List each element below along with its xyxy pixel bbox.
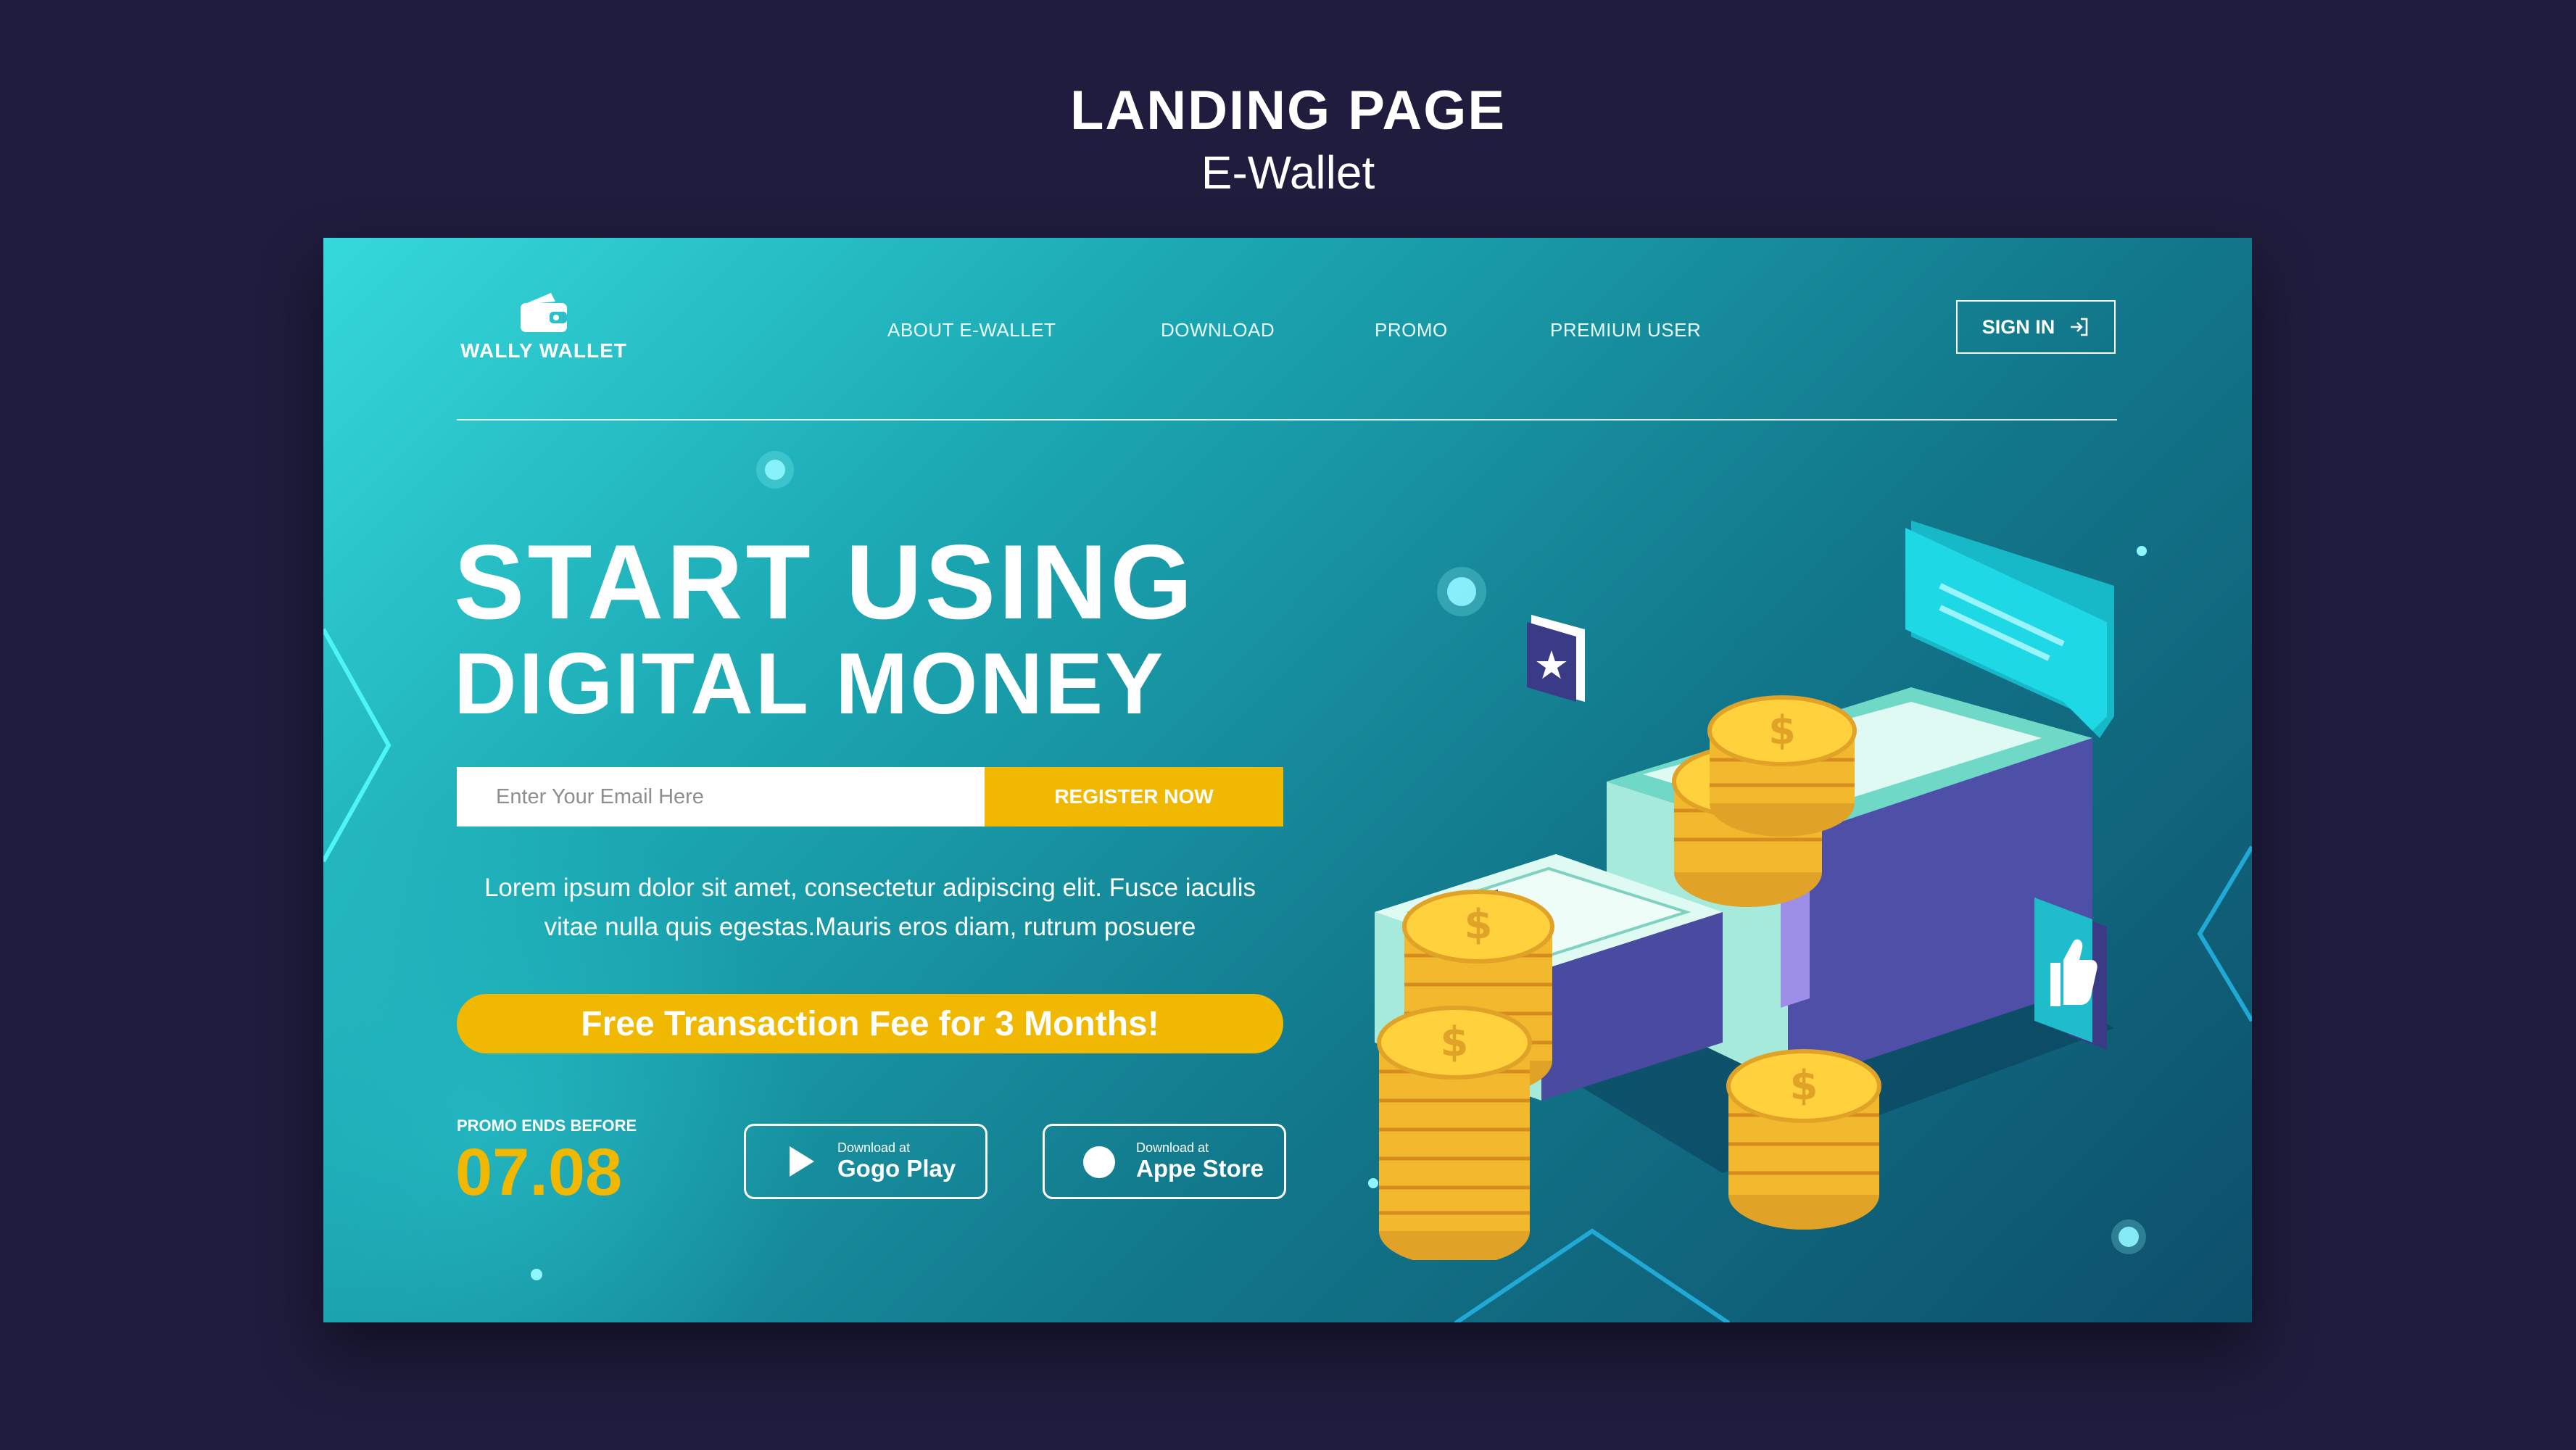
star-badge-icon: ★ xyxy=(1527,615,1585,702)
gold-coin-icon: $ xyxy=(1726,1049,1881,1230)
hero-title-line2: DIGITAL MONEY xyxy=(454,635,1166,732)
svg-text:$: $ xyxy=(1790,1062,1818,1109)
gogo-play-text: Download at Gogo Play xyxy=(837,1140,956,1182)
sign-in-icon xyxy=(2071,318,2088,336)
gold-coin-icon: $ xyxy=(1707,695,1857,837)
appe-store-small-label: Download at xyxy=(1136,1140,1209,1155)
page-title: LANDING PAGE xyxy=(1069,80,1507,141)
gogo-play-small-label: Download at xyxy=(837,1140,911,1155)
sign-in-button[interactable]: SIGN IN xyxy=(1956,300,2116,354)
gold-coin-icon: $ xyxy=(1377,1006,1532,1260)
nav-premium-user[interactable]: PREMIUM USER xyxy=(1550,319,1701,341)
svg-text:$: $ xyxy=(1465,901,1493,948)
nav-about-e-wallet[interactable]: ABOUT E-WALLET xyxy=(887,319,1056,341)
register-now-button[interactable]: REGISTER NOW xyxy=(985,767,1283,826)
nav-download[interactable]: DOWNLOAD xyxy=(1161,319,1275,341)
gogo-play-label: Gogo Play xyxy=(837,1155,956,1182)
signup-form: REGISTER NOW xyxy=(457,767,1283,826)
promo-end-date: 07.08 xyxy=(455,1135,623,1209)
hero-headline: START USING DIGITAL MONEY xyxy=(454,523,1196,732)
svg-text:$: $ xyxy=(1441,1019,1469,1066)
svg-text:★: ★ xyxy=(1534,642,1569,688)
page-subtitle: E-Wallet xyxy=(1201,146,1375,199)
email-input[interactable] xyxy=(457,767,985,826)
header-divider xyxy=(457,419,2117,420)
hero-title-line1: START USING xyxy=(454,523,1196,641)
page-heading: LANDING PAGE E-Wallet xyxy=(0,78,2576,202)
play-icon xyxy=(790,1146,814,1177)
landing-page-mockup: WALLY WALLET ABOUT E-WALLET DOWNLOAD PRO… xyxy=(323,238,2252,1322)
appe-store-label: Appe Store xyxy=(1136,1155,1264,1182)
digital-money-illustration: $ $ $ $ ★ xyxy=(1375,521,2114,1260)
sign-in-label: SIGN IN xyxy=(1981,315,2055,338)
appe-store-button[interactable]: Download at Appe Store xyxy=(1043,1124,1286,1199)
appe-store-text: Download at Appe Store xyxy=(1136,1140,1264,1182)
free-transaction-banner[interactable]: Free Transaction Fee for 3 Months! xyxy=(457,994,1283,1053)
gogo-play-button[interactable]: Download at Gogo Play xyxy=(744,1124,987,1199)
hero-description: Lorem ipsum dolor sit amet, consectetur … xyxy=(484,874,1256,941)
nav-promo[interactable]: PROMO xyxy=(1375,319,1448,341)
right-chevron-decoration xyxy=(2197,845,2252,1022)
apple-icon xyxy=(1083,1146,1115,1178)
svg-text:$: $ xyxy=(1768,708,1796,753)
